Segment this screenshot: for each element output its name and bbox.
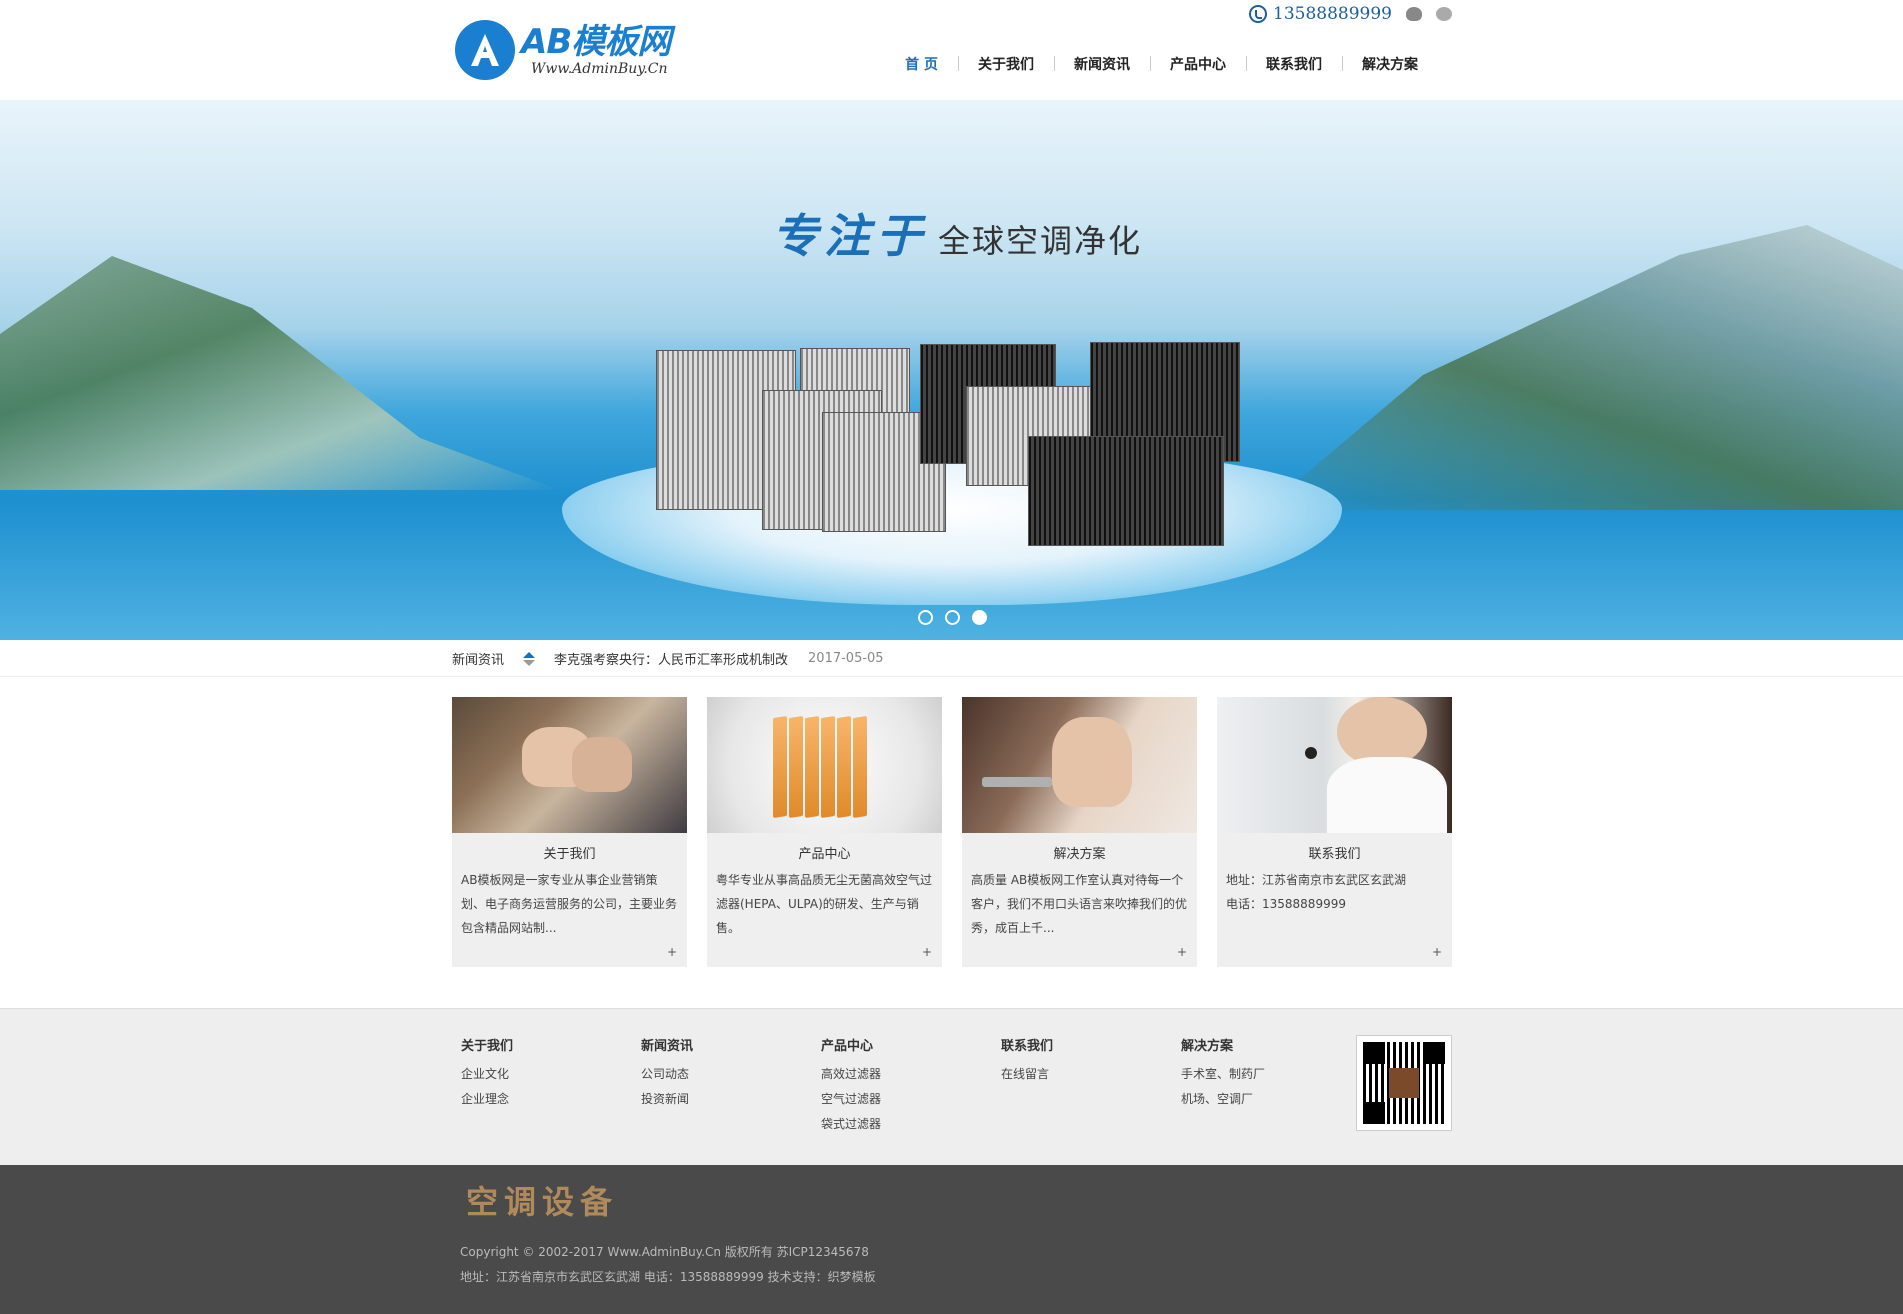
slider-dot[interactable]	[918, 610, 933, 625]
card-contact[interactable]: 联系我们 地址：江苏省南京市玄武区玄武湖 电话：13588889999 +	[1217, 697, 1452, 967]
slogan-emphasis: 专注于	[772, 209, 928, 263]
nav-contact[interactable]: 联系我们	[1246, 54, 1342, 74]
ticker-headline[interactable]: 李克强考察央行：人民币汇率形成机制改	[554, 649, 788, 668]
footer-links: 关于我们 企业文化 企业理念 新闻资讯 公司动态 投资新闻 产品中心 高效过滤器…	[0, 1008, 1903, 1165]
ticker-updown-icon[interactable]	[522, 651, 536, 667]
footer-col-contact: 联系我们 在线留言	[1001, 1035, 1053, 1087]
footer-col-news: 新闻资讯 公司动态 投资新闻	[641, 1035, 693, 1112]
footer-copyright: Copyright © 2002-2017 Www.AdminBuy.Cn 版权…	[460, 1245, 869, 1259]
card-title[interactable]: 关于我们	[452, 843, 687, 862]
footer-bottom: 空调设备 Copyright © 2002-2017 Www.AdminBuy.…	[0, 1165, 1903, 1314]
footer-col-head[interactable]: 关于我们	[461, 1035, 513, 1054]
footer-link[interactable]: 在线留言	[1001, 1062, 1053, 1087]
handshake-image[interactable]	[452, 697, 687, 833]
nav-news[interactable]: 新闻资讯	[1054, 54, 1150, 74]
footer-col-head[interactable]: 解决方案	[1181, 1035, 1265, 1054]
wechat-icon[interactable]	[1436, 7, 1452, 21]
hero-banner[interactable]: 专注于 全球空调净化	[0, 100, 1903, 640]
card-title[interactable]: 解决方案	[962, 843, 1197, 862]
site-header: AB模板网 Www.AdminBuy.Cn 13588889999 首 页 关于…	[0, 0, 1903, 100]
card-desc: AB模板网是一家专业从事企业营销策划、电子商务运营服务的公司，主要业务包含精品网…	[461, 873, 678, 935]
footer-link[interactable]: 投资新闻	[641, 1087, 693, 1112]
filter-bag-image[interactable]	[707, 697, 942, 833]
main-nav: 首 页 关于我们 新闻资讯 产品中心 联系我们 解决方案	[885, 54, 1438, 74]
footer-link[interactable]: 企业文化	[461, 1062, 513, 1087]
footer-link[interactable]: 公司动态	[641, 1062, 693, 1087]
qr-code-icon	[1356, 1035, 1452, 1131]
news-ticker: 新闻资讯 李克强考察央行：人民币汇率形成机制改 2017-05-05	[0, 640, 1903, 677]
slider-dot[interactable]	[945, 610, 960, 625]
more-plus-icon[interactable]: +	[922, 945, 932, 959]
card-desc: 高质量 AB模板网工作室认真对待每一个客户，我们不用口头语言来吹捧我们的优秀，成…	[971, 873, 1188, 935]
banner-slogan: 专注于 全球空调净化	[772, 200, 1142, 266]
card-title[interactable]: 产品中心	[707, 843, 942, 862]
footer-brand: 空调设备	[466, 1183, 619, 1221]
nav-solutions[interactable]: 解决方案	[1342, 54, 1438, 74]
call-center-image[interactable]	[1217, 697, 1452, 833]
footer-col-head[interactable]: 新闻资讯	[641, 1035, 693, 1054]
header-contact-bar: 13588889999	[1249, 4, 1452, 24]
footer-link[interactable]: 机场、空调厂	[1181, 1087, 1265, 1112]
banner-mountain-right	[1263, 225, 1903, 510]
header-phone: 13588889999	[1273, 4, 1392, 24]
footer-col-products: 产品中心 高效过滤器 空气过滤器 袋式过滤器	[821, 1035, 881, 1137]
weibo-icon[interactable]	[1406, 7, 1422, 21]
nav-home[interactable]: 首 页	[885, 54, 958, 74]
slider-dot-active[interactable]	[972, 610, 987, 625]
footer-col-about: 关于我们 企业文化 企业理念	[461, 1035, 513, 1112]
card-about[interactable]: 关于我们 AB模板网是一家专业从事企业营销策划、电子商务运营服务的公司，主要业务…	[452, 697, 687, 967]
footer-link[interactable]: 企业理念	[461, 1087, 513, 1112]
ticker-date: 2017-05-05	[808, 651, 884, 666]
card-desc: 粤华专业从事高品质无尘无菌高效空气过滤器(HEPA、ULPA)的研发、生产与销售…	[716, 873, 933, 935]
logo-mark-icon	[455, 20, 515, 80]
banner-mountain-left	[0, 256, 560, 490]
footer-link[interactable]: 袋式过滤器	[821, 1112, 881, 1137]
card-title[interactable]: 联系我们	[1217, 843, 1452, 862]
more-plus-icon[interactable]: +	[1432, 945, 1442, 959]
feature-cards: 关于我们 AB模板网是一家专业从事企业营销策划、电子商务运营服务的公司，主要业务…	[452, 697, 1452, 967]
nav-about[interactable]: 关于我们	[958, 54, 1054, 74]
key-hand-image[interactable]	[962, 697, 1197, 833]
card-solutions[interactable]: 解决方案 高质量 AB模板网工作室认真对待每一个客户，我们不用口头语言来吹捧我们…	[962, 697, 1197, 967]
footer-link[interactable]: 手术室、制药厂	[1181, 1062, 1265, 1087]
product-condenser	[1028, 436, 1224, 546]
slogan-text: 全球空调净化	[938, 222, 1143, 260]
site-logo[interactable]: AB模板网 Www.AdminBuy.Cn	[455, 20, 671, 80]
footer-col-head[interactable]: 产品中心	[821, 1035, 881, 1054]
card-desc: 地址：江苏省南京市玄武区玄武湖 电话：13588889999	[1226, 873, 1407, 911]
more-plus-icon[interactable]: +	[1177, 945, 1187, 959]
phone-icon	[1249, 5, 1268, 23]
card-products[interactable]: 产品中心 粤华专业从事高品质无尘无菌高效空气过滤器(HEPA、ULPA)的研发、…	[707, 697, 942, 967]
footer-col-solutions: 解决方案 手术室、制药厂 机场、空调厂	[1181, 1035, 1265, 1112]
footer-link[interactable]: 高效过滤器	[821, 1062, 881, 1087]
footer-address: 地址：江苏省南京市玄武区玄武湖 电话：13588889999 技术支持：织梦模板	[460, 1270, 876, 1284]
ticker-label[interactable]: 新闻资讯	[452, 649, 504, 668]
nav-products[interactable]: 产品中心	[1150, 54, 1246, 74]
logo-subtitle: Www.AdminBuy.Cn	[531, 61, 668, 77]
footer-link[interactable]: 空气过滤器	[821, 1087, 881, 1112]
logo-title: AB模板网	[521, 22, 671, 62]
slider-dots	[918, 610, 987, 625]
more-plus-icon[interactable]: +	[667, 945, 677, 959]
footer-col-head[interactable]: 联系我们	[1001, 1035, 1053, 1054]
